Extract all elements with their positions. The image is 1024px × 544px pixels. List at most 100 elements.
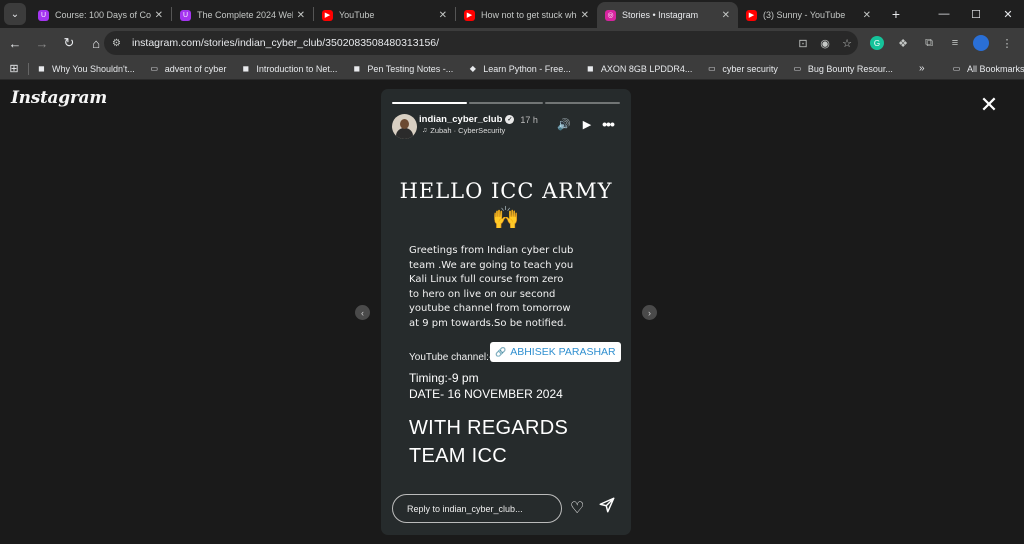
play-icon[interactable]: ▶: [577, 116, 597, 132]
youtube-link-text: ABHISEK PARASHAR: [510, 346, 616, 358]
bookmark-label: advent of cyber: [164, 63, 227, 74]
story-header: indian_cyber_club ✓ 17 h ♫ Zubah · Cyber…: [392, 114, 620, 140]
music-note-icon: ♫: [422, 127, 428, 134]
bookmark-item[interactable]: ◼ Why You Shouldn't...: [29, 58, 142, 80]
next-story-button[interactable]: ›: [642, 305, 657, 320]
story-avatar[interactable]: [392, 114, 417, 139]
tab-title: Stories • Instagram: [622, 10, 699, 20]
grammarly-extension-icon[interactable]: G: [870, 36, 884, 50]
back-button[interactable]: ←: [3, 31, 27, 55]
bookmarks-bar: ⊞ ◼ Why You Shouldn't... ▭ advent of cyber ◼…: [0, 58, 1024, 80]
menu-icon[interactable]: ⋮: [994, 31, 1020, 55]
close-window-button[interactable]: ✕: [992, 0, 1024, 28]
folder-icon: ▭: [793, 64, 802, 73]
extension-icon[interactable]: ❖: [890, 31, 916, 55]
tab-title: How not to get stuck whe: [481, 10, 577, 20]
python-icon: ◆: [469, 64, 476, 73]
bookmark-item[interactable]: ▭ cyber security: [699, 58, 785, 80]
tab-title: Course: 100 Days of Code: [55, 10, 151, 20]
story-card[interactable]: indian_cyber_club ✓ 17 h ♫ Zubah · Cyber…: [381, 89, 631, 535]
story-greeting-text: Greetings from Indian cyber club team .W…: [409, 245, 574, 329]
youtube-channel-label: YouTube channel:-: [409, 352, 493, 363]
window-controls: — ☐ ✕: [928, 0, 1024, 28]
avatar-body: [396, 128, 413, 139]
tab-favicon-icon: ▶: [464, 9, 475, 21]
extensions-puzzle-icon[interactable]: ⧉: [916, 31, 942, 55]
tab-title: YouTube: [339, 10, 375, 20]
verified-badge-icon: ✓: [505, 115, 515, 124]
tab-favicon-icon: ◎: [605, 9, 616, 21]
story-username-row: indian_cyber_club ✓ 17 h: [419, 114, 538, 125]
bookmark-star-icon[interactable]: ☆: [836, 37, 858, 50]
like-heart-icon[interactable]: ♡: [570, 498, 584, 518]
browser-toolbar: ← → ↻ ⌂ ⚙ instagram.com/stories/indian_c…: [0, 28, 1024, 58]
url-text[interactable]: instagram.com/stories/indian_cyber_club/…: [132, 37, 792, 49]
more-bookmarks-icon[interactable]: »: [912, 58, 932, 80]
all-bookmarks-button[interactable]: ▭ All Bookmarks: [944, 58, 1024, 80]
tab[interactable]: U Course: 100 Days of Code ✕: [30, 2, 171, 28]
tab-search-button[interactable]: ⌄: [4, 3, 26, 25]
bookmark-label: AXON 8GB LPDDR4...: [600, 63, 693, 74]
extension-toolbar: G ❖ ⧉ ≡ ⋮: [864, 31, 1020, 55]
tab-favicon-icon: ▶: [322, 9, 333, 21]
tab-list: U Course: 100 Days of Code ✕ U The Complete …: [30, 0, 879, 28]
tab[interactable]: U The Complete 2024 Web D ✕: [172, 2, 313, 28]
bookmark-item[interactable]: ◼ AXON 8GB LPDDR4...: [578, 58, 700, 80]
instagram-story-viewer: Instagram ✕ ‹ › indian_cyber_club ✓ 17 h…: [0, 80, 1024, 544]
story-date: DATE- 16 NOVEMBER 2024: [409, 387, 563, 401]
forward-button[interactable]: →: [30, 31, 54, 55]
youtube-link-sticker[interactable]: 🔗 ABHISEK PARASHAR: [490, 342, 621, 362]
tab-close-icon[interactable]: ✕: [581, 10, 589, 21]
more-options-icon[interactable]: •••: [598, 116, 618, 132]
reply-input[interactable]: Reply to indian_cyber_club...: [392, 494, 562, 523]
apps-grid-icon[interactable]: ⊞: [0, 58, 28, 80]
regards-line-1: WITH REGARDS: [409, 417, 569, 439]
close-icon[interactable]: ✕: [976, 92, 1002, 118]
story-time: 17 h: [520, 114, 538, 125]
bookmark-list: ◼ Why You Shouldn't... ▭ advent of cyber ◼ In…: [29, 58, 900, 80]
tab-close-icon[interactable]: ✕: [863, 10, 871, 21]
send-icon[interactable]: [598, 496, 616, 514]
music-label: Zubah · CyberSecurity: [430, 126, 506, 135]
raising-hands-icon: 🙌: [492, 205, 520, 230]
tab-title: (3) Sunny - YouTube: [763, 10, 846, 20]
profile-avatar[interactable]: [973, 35, 989, 51]
bookmark-favicon: ◼: [242, 64, 250, 73]
story-username[interactable]: indian_cyber_club: [419, 114, 502, 125]
progress-segment: [392, 102, 467, 104]
tab-favicon-icon: U: [180, 9, 191, 21]
tab-favicon-icon: U: [38, 9, 49, 21]
story-progress-bar: [392, 102, 621, 104]
address-bar[interactable]: ⚙ instagram.com/stories/indian_cyber_clu…: [104, 31, 858, 55]
tab-close-icon[interactable]: ✕: [155, 10, 163, 21]
bookmark-label: Introduction to Net...: [256, 63, 338, 74]
folder-icon: ▭: [708, 64, 716, 73]
bookmark-item[interactable]: ◼ Pen Testing Notes -...: [344, 58, 460, 80]
tab-favicon-icon: ▶: [746, 9, 757, 21]
previous-story-button[interactable]: ‹: [355, 305, 370, 320]
bookmark-item[interactable]: ◆ Learn Python - Free...: [460, 58, 578, 80]
reading-list-icon[interactable]: ≡: [942, 31, 968, 55]
tab[interactable]: ◎ Stories • Instagram ✕: [597, 2, 738, 28]
bookmark-item[interactable]: ▭ advent of cyber: [142, 58, 234, 80]
story-music[interactable]: ♫ Zubah · CyberSecurity: [422, 126, 505, 135]
tab[interactable]: ▶ YouTube ✕: [314, 2, 455, 28]
tab-close-icon[interactable]: ✕: [722, 10, 730, 21]
tracking-protection-icon[interactable]: ◉: [814, 37, 836, 50]
tab[interactable]: ▶ (3) Sunny - YouTube ✕: [738, 2, 879, 28]
bookmark-item[interactable]: ▭ Bug Bounty Resour...: [785, 58, 900, 80]
maximize-button[interactable]: ☐: [960, 0, 992, 28]
site-info-icon[interactable]: ⚙: [112, 38, 126, 49]
tab-close-icon[interactable]: ✕: [297, 10, 305, 21]
progress-segment: [468, 102, 544, 104]
bookmark-item[interactable]: ◼ Introduction to Net...: [233, 58, 344, 80]
reload-button[interactable]: ↻: [57, 31, 81, 55]
tab[interactable]: ▶ How not to get stuck whe ✕: [456, 2, 597, 28]
tab-title: The Complete 2024 Web D: [197, 10, 293, 20]
install-app-icon[interactable]: ⊡: [792, 37, 814, 50]
volume-icon[interactable]: 🔊: [554, 116, 574, 132]
new-tab-button[interactable]: +: [885, 3, 907, 25]
minimize-button[interactable]: —: [928, 0, 960, 28]
instagram-logo[interactable]: Instagram: [11, 88, 107, 108]
tab-close-icon[interactable]: ✕: [439, 10, 447, 21]
